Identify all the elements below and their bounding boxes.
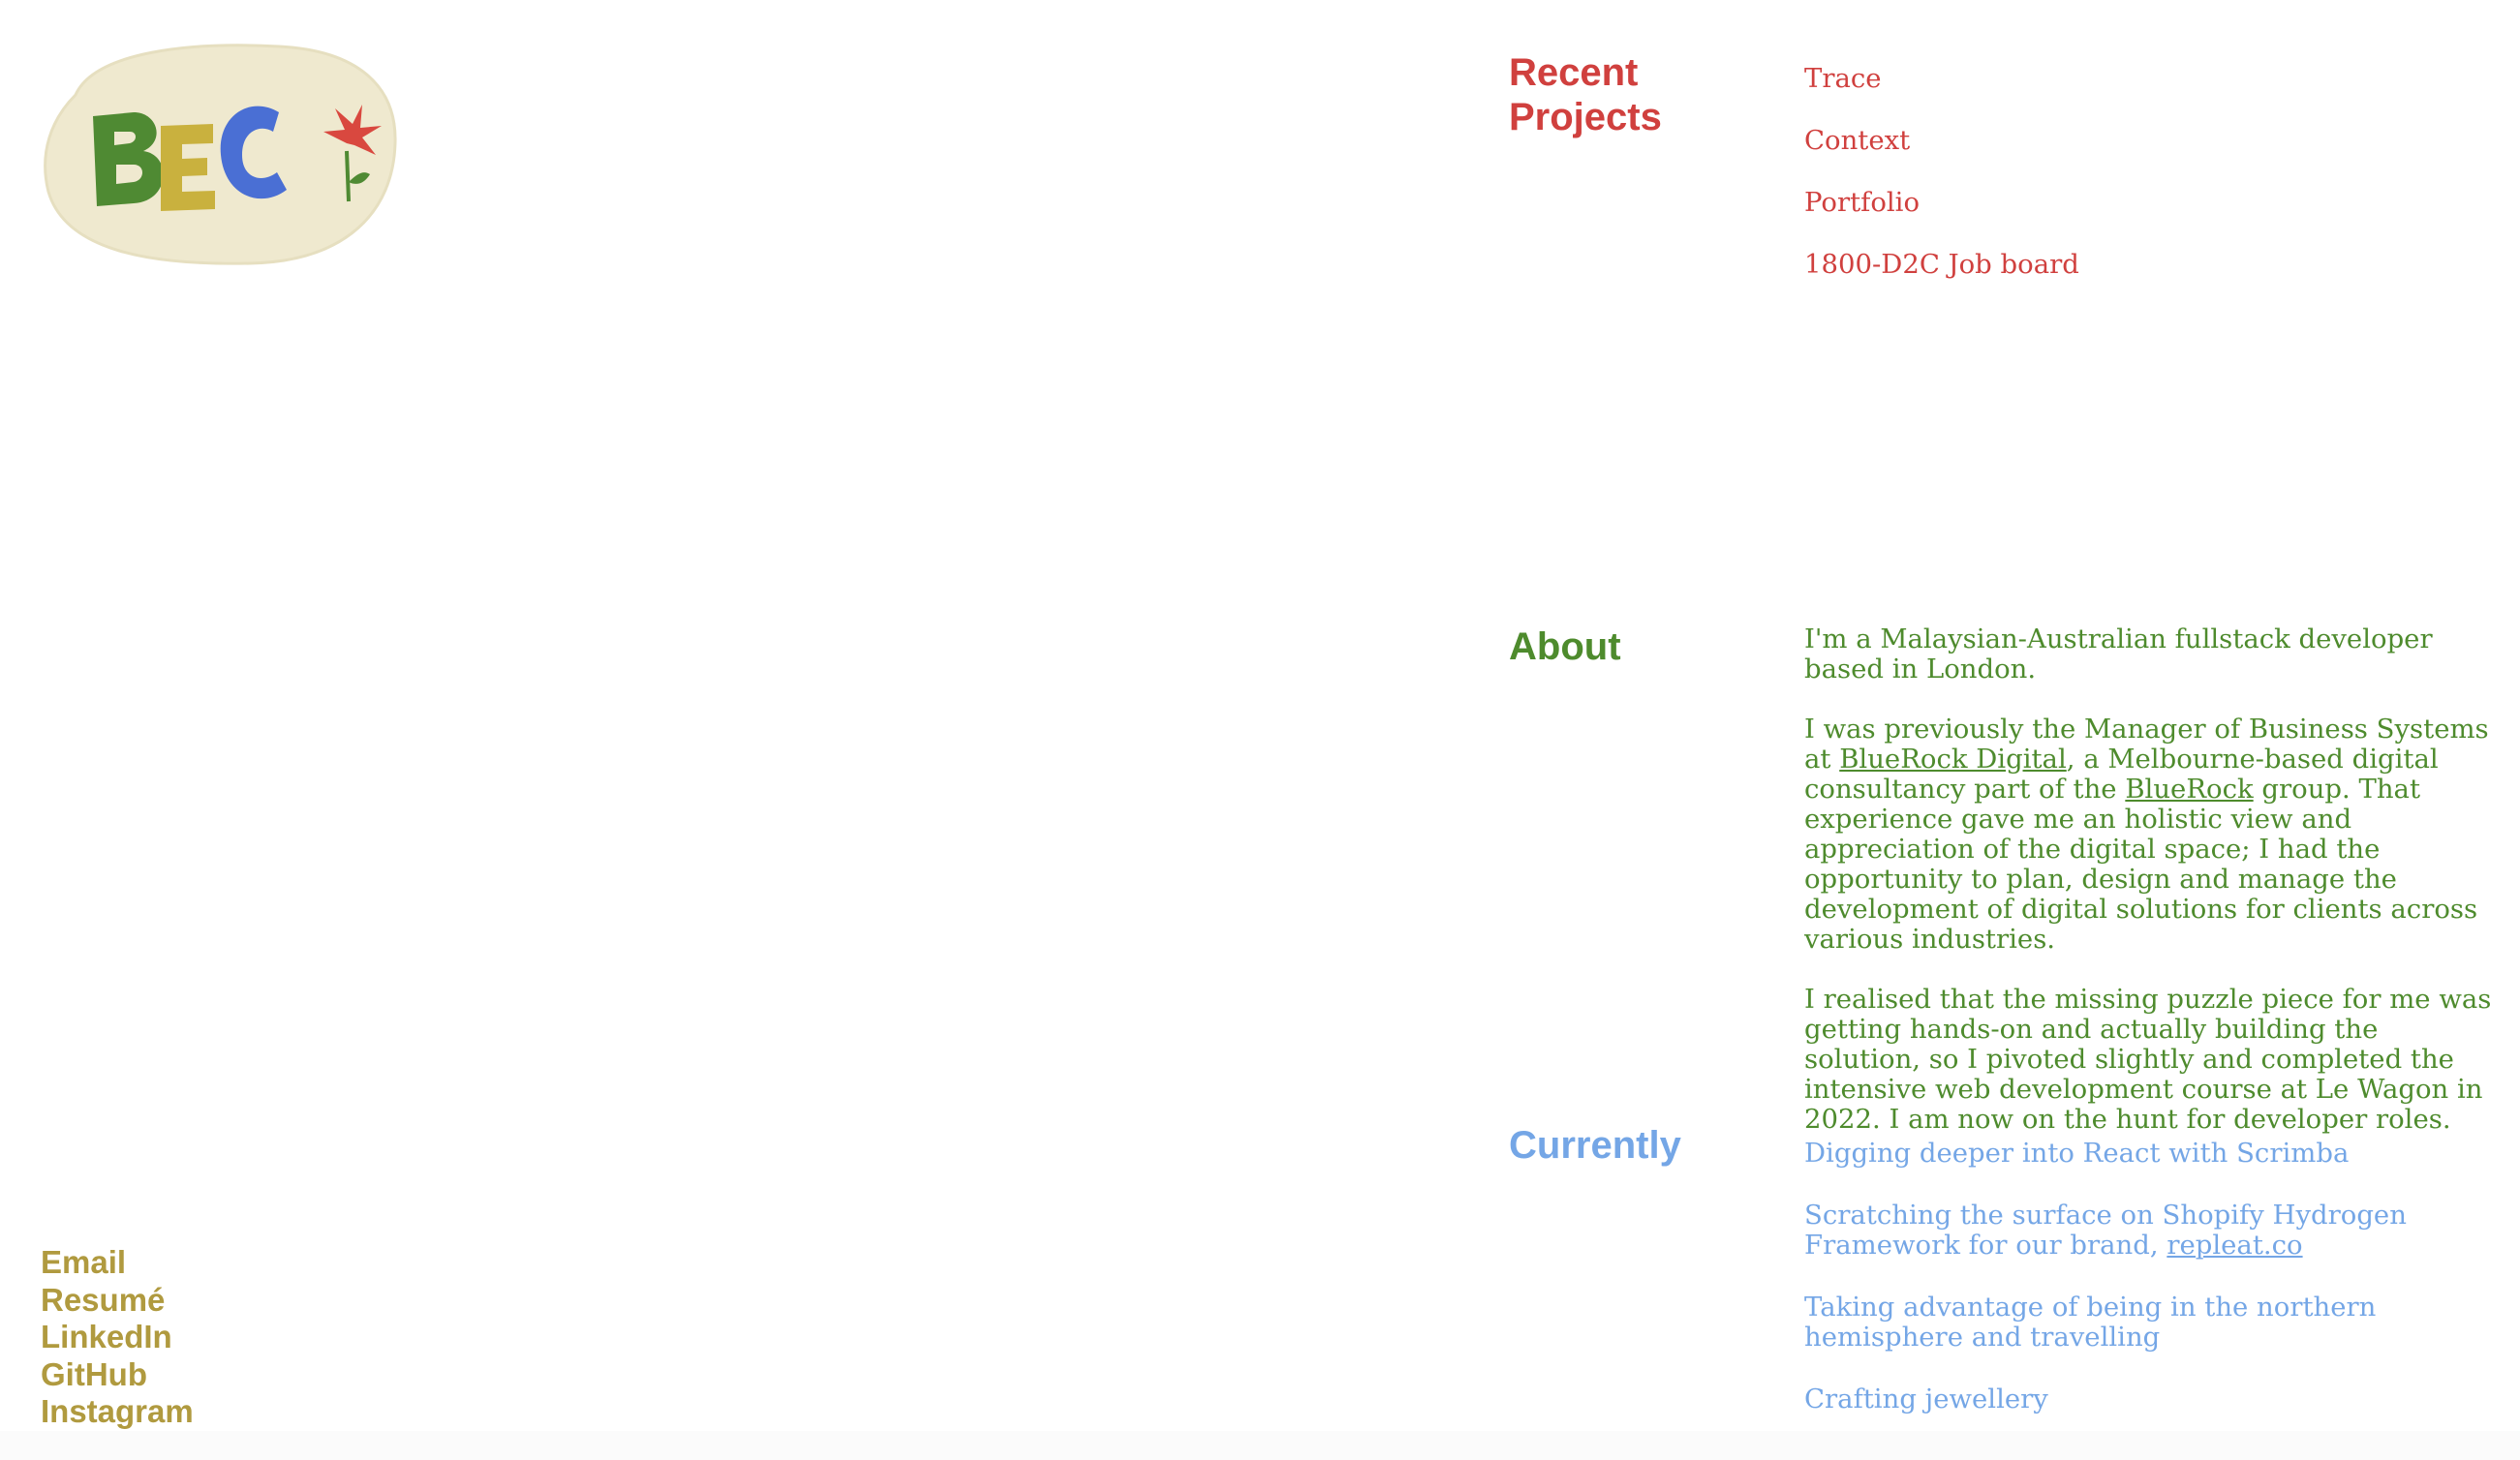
bottom-edge	[0, 1431, 2520, 1460]
about-paragraph-3: I realised that the missing puzzle piece…	[1804, 984, 2492, 1135]
currently-heading: Currently	[1509, 1124, 1681, 1167]
currently-item-shopify: Scratching the surface on Shopify Hydrog…	[1804, 1201, 2502, 1261]
project-link-context[interactable]: Context	[1804, 126, 2502, 156]
project-link-portfolio[interactable]: Portfolio	[1804, 188, 2502, 218]
resume-link[interactable]: Resumé	[41, 1282, 194, 1320]
about-heading: About	[1509, 625, 1621, 668]
projects-list: Trace Context Portfolio 1800-D2C Job boa…	[1804, 64, 2502, 312]
recent-projects-heading: Recent Projects	[1509, 51, 1662, 138]
about-paragraph-2: I was previously the Manager of Business…	[1804, 715, 2502, 955]
repleat-link[interactable]: repleat.co	[2167, 1230, 2302, 1261]
github-link[interactable]: GitHub	[41, 1356, 194, 1394]
contact-links: Email Resumé LinkedIn GitHub Instagram	[41, 1244, 194, 1431]
currently-item-jewellery: Crafting jewellery	[1804, 1384, 2048, 1414]
linkedin-link[interactable]: LinkedIn	[41, 1319, 194, 1356]
about-text: I'm a Malaysian-Australian fullstack dev…	[1804, 624, 2502, 1165]
project-link-job-board[interactable]: 1800-D2C Job board	[1804, 250, 2502, 280]
email-link[interactable]: Email	[41, 1244, 194, 1282]
currently-item-shopify-text: Scratching the surface on Shopify Hydrog…	[1804, 1200, 2407, 1261]
bec-logo-icon	[44, 44, 397, 265]
currently-list: Digging deeper into React with Scrimba S…	[1804, 1139, 2502, 1446]
project-link-trace[interactable]: Trace	[1804, 64, 2502, 94]
currently-item-react: Digging deeper into React with Scrimba	[1804, 1138, 2350, 1169]
logo[interactable]	[37, 37, 400, 267]
instagram-link[interactable]: Instagram	[41, 1393, 194, 1431]
bluerock-digital-link[interactable]: BlueRock Digital	[1839, 744, 2067, 775]
bluerock-link[interactable]: BlueRock	[2125, 774, 2253, 805]
currently-item-travelling: Taking advantage of being in the norther…	[1804, 1292, 2377, 1353]
about-paragraph-1: I'm a Malaysian-Australian fullstack dev…	[1804, 624, 2433, 684]
